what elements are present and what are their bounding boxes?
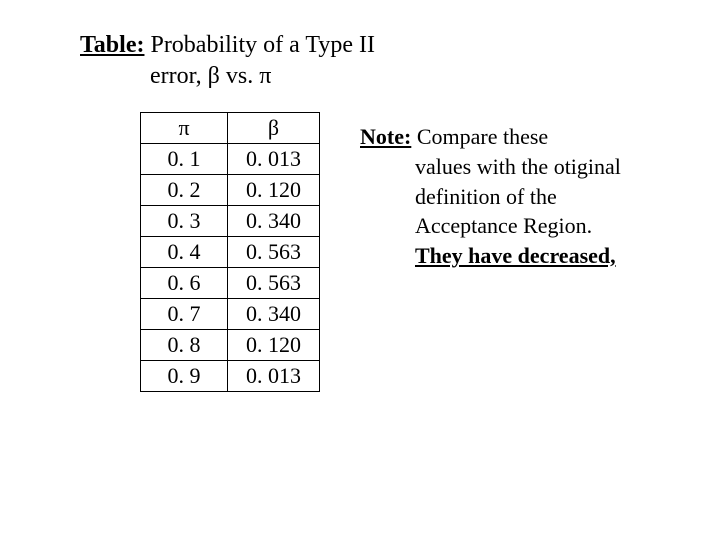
note: Note: Compare these values with the otig…	[360, 112, 640, 270]
cell-pi: 0. 9	[141, 361, 228, 392]
note-text-a: Compare these	[411, 124, 548, 149]
pi-symbol: π	[259, 63, 271, 89]
note-text-b: values with the otiginal definition of t…	[415, 154, 621, 238]
cell-pi: 0. 2	[141, 175, 228, 206]
cell-beta: 0. 120	[228, 330, 320, 361]
cell-pi: 0. 6	[141, 268, 228, 299]
cell-pi: 0. 8	[141, 330, 228, 361]
table-row: 0. 3 0. 340	[141, 206, 320, 237]
cell-pi: 0. 3	[141, 206, 228, 237]
table-row: 0. 4 0. 563	[141, 237, 320, 268]
cell-beta: 0. 340	[228, 206, 320, 237]
cell-beta: 0. 563	[228, 268, 320, 299]
title: Table: Probability of a Type II error, β…	[80, 30, 660, 92]
cell-beta: 0. 013	[228, 144, 320, 175]
probability-table: π β 0. 1 0. 013 0. 2 0. 120 0. 3 0. 340 …	[140, 112, 320, 392]
table-row: 0. 8 0. 120	[141, 330, 320, 361]
cell-pi: 0. 4	[141, 237, 228, 268]
note-indent: values with the otiginal definition of t…	[415, 152, 640, 271]
table-row: 0. 1 0. 013	[141, 144, 320, 175]
cell-pi: 0. 1	[141, 144, 228, 175]
cell-beta: 0. 563	[228, 237, 320, 268]
title-text-2a: error,	[150, 63, 208, 89]
note-emph: They have decreased,	[415, 243, 616, 268]
table-row: 0. 7 0. 340	[141, 299, 320, 330]
title-label: Table:	[80, 32, 144, 58]
content-area: π β 0. 1 0. 013 0. 2 0. 120 0. 3 0. 340 …	[60, 112, 660, 392]
header-pi: π	[141, 113, 228, 144]
cell-beta: 0. 013	[228, 361, 320, 392]
title-vs: vs.	[220, 63, 259, 89]
table-row: 0. 9 0. 013	[141, 361, 320, 392]
title-text-1: Probability of a Type II	[144, 32, 375, 58]
cell-pi: 0. 7	[141, 299, 228, 330]
table-header-row: π β	[141, 113, 320, 144]
header-beta: β	[228, 113, 320, 144]
table-row: 0. 6 0. 563	[141, 268, 320, 299]
note-label: Note:	[360, 124, 411, 149]
table-row: 0. 2 0. 120	[141, 175, 320, 206]
title-line2: error, β vs. π	[150, 63, 271, 89]
cell-beta: 0. 120	[228, 175, 320, 206]
beta-symbol: β	[208, 63, 220, 89]
cell-beta: 0. 340	[228, 299, 320, 330]
